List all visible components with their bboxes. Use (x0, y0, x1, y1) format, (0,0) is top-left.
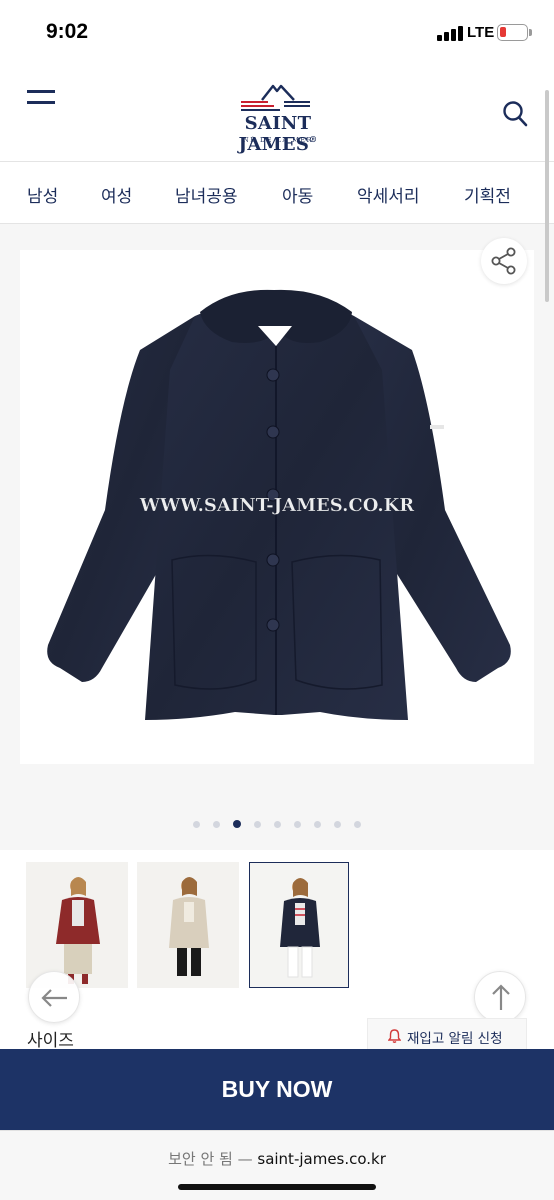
category-promotions[interactable]: 기획전 (464, 182, 511, 207)
pagination-dot[interactable] (294, 821, 301, 828)
watermark: WWW.SAINT-JAMES.CO.KR (139, 495, 415, 516)
share-icon (491, 247, 516, 275)
category-nav: 남성 여성 남녀공용 아동 악세서리 기획전 (0, 162, 554, 224)
pagination-dot[interactable] (334, 821, 341, 828)
red-jacket-thumbnail[interactable] (26, 862, 128, 988)
search-icon[interactable] (502, 100, 528, 128)
pagination-dot[interactable] (274, 821, 281, 828)
navy-jacket-thumbnail[interactable] (249, 862, 349, 988)
pagination-dot-active[interactable] (233, 820, 241, 828)
security-warning: 보안 안 됨 — (168, 1150, 253, 1168)
status-time: 9:02 (46, 20, 89, 43)
scroll-top-button[interactable] (474, 971, 526, 1023)
bell-icon (388, 1029, 401, 1043)
restock-label: 재입고 알림 신청 (407, 1031, 503, 1047)
pagination-dot[interactable] (193, 821, 200, 828)
pagination-dot[interactable] (213, 821, 220, 828)
category-men[interactable]: 남성 (27, 182, 58, 207)
category-women[interactable]: 여성 (101, 182, 132, 207)
pagination-dot[interactable] (354, 821, 361, 828)
beige-jacket-thumbnail[interactable] (137, 862, 239, 988)
category-accessories[interactable]: 악세서리 (357, 182, 420, 207)
network-type: LTE (467, 24, 495, 41)
back-arrow-button[interactable] (28, 971, 80, 1023)
battery-tip (529, 29, 532, 36)
signal-strength-icon (437, 26, 463, 41)
category-unisex[interactable]: 남녀공용 (175, 182, 238, 207)
model-red-jacket-image (56, 877, 100, 984)
category-kids[interactable]: 아동 (282, 182, 313, 207)
site-header: SAINT JAMES® NÉ DE LA MER (0, 66, 554, 162)
image-pagination (190, 820, 370, 830)
logo-tagline: NÉ DE LA MER (243, 136, 313, 144)
arrow-left-icon (41, 989, 67, 1007)
navy-jacket-image: WWW.SAINT-JAMES.CO.KR (47, 289, 511, 720)
hamburger-menu-icon[interactable] (27, 90, 55, 108)
pagination-dot[interactable] (314, 821, 321, 828)
status-bar: 9:02 LTE (0, 0, 554, 66)
battery-icon (497, 24, 528, 41)
share-button[interactable] (481, 238, 527, 284)
restock-alert-button[interactable]: 재입고 알림 신청 (367, 1018, 527, 1052)
url-host: saint-james.co.kr (257, 1150, 386, 1168)
arrow-up-icon (492, 984, 510, 1010)
buy-now-button[interactable]: BUY NOW (0, 1049, 554, 1130)
logo-name: SAINT JAMES (238, 113, 312, 155)
page-scrollbar[interactable] (545, 90, 549, 302)
saint-james-logo[interactable]: SAINT JAMES® NÉ DE LA MER (210, 80, 346, 155)
model-beige-jacket-image (169, 877, 209, 976)
mountain-flag-logo-icon (241, 84, 310, 111)
browser-address-bar[interactable]: 보안 안 됨 — saint-james.co.kr (0, 1130, 554, 1200)
home-indicator[interactable] (178, 1184, 376, 1190)
pagination-dot[interactable] (254, 821, 261, 828)
model-navy-jacket-image (280, 878, 320, 978)
product-main-image[interactable]: WWW.SAINT-JAMES.CO.KR (20, 250, 534, 764)
size-label: 사이즈 (27, 1031, 74, 1051)
